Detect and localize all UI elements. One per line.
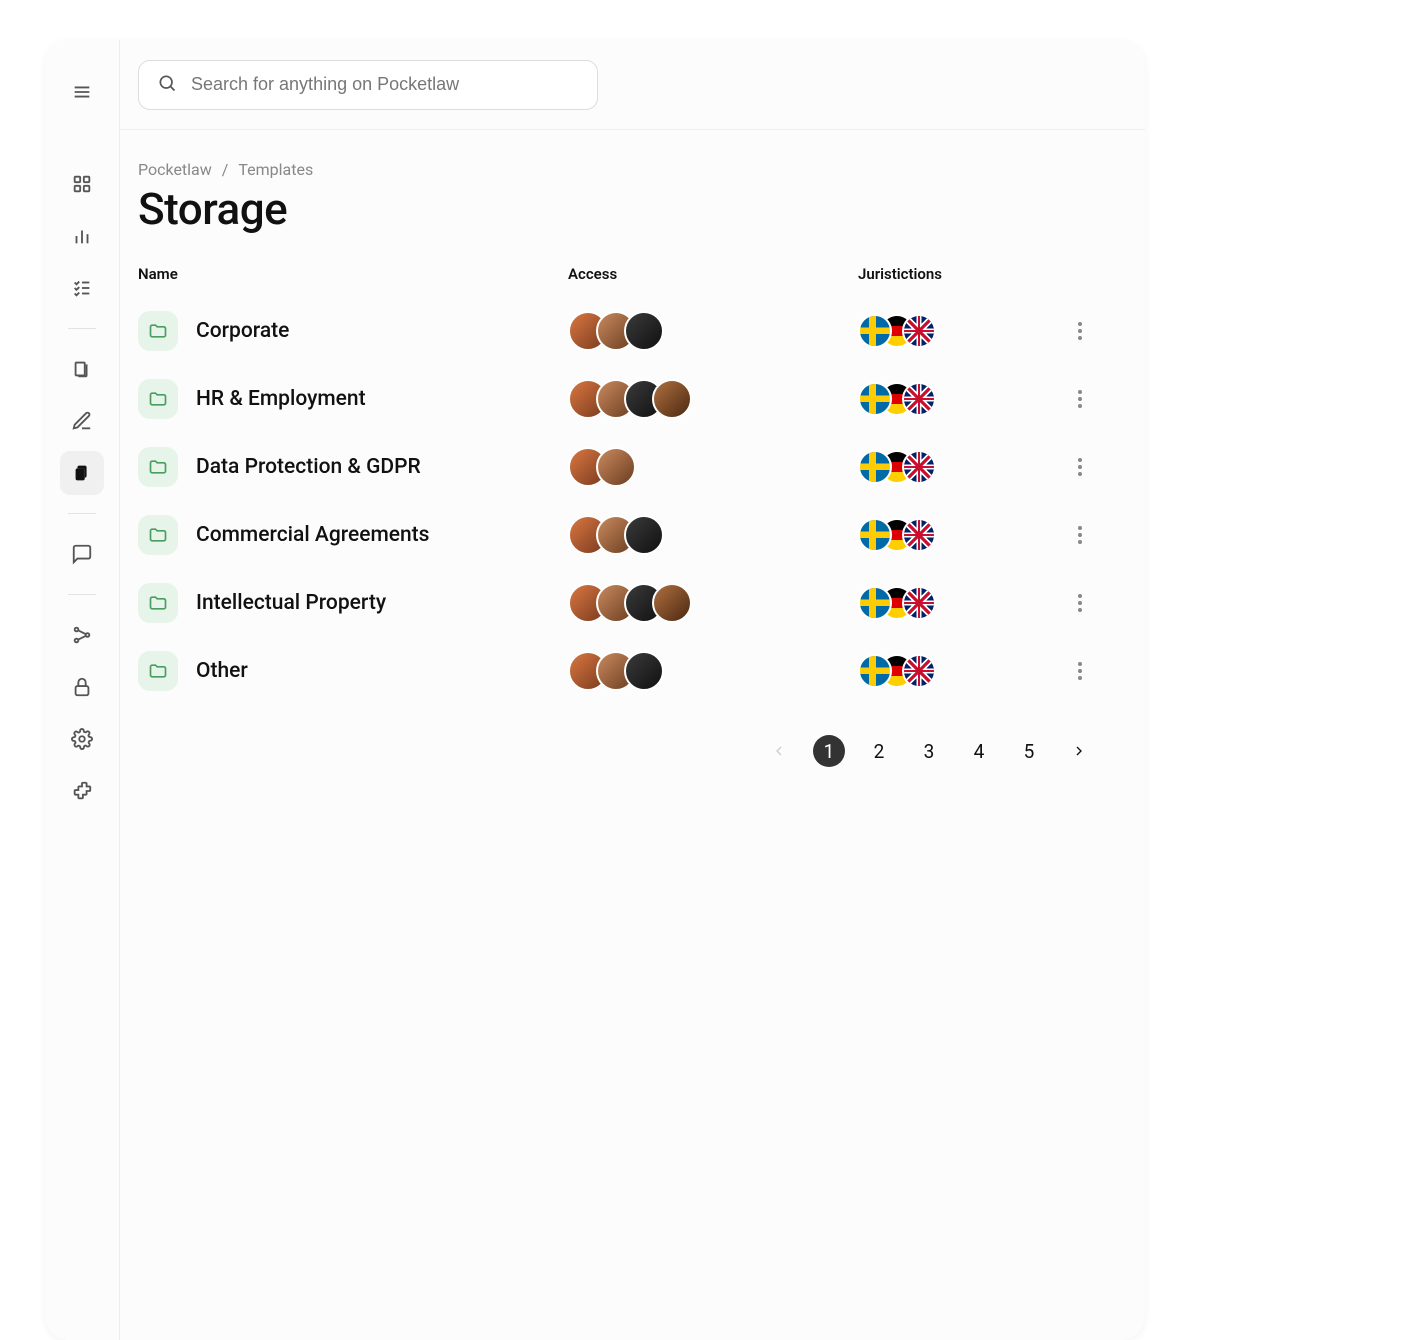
folder-icon bbox=[138, 515, 178, 555]
documents-icon[interactable] bbox=[60, 347, 104, 391]
flag-se bbox=[858, 314, 892, 348]
avatar bbox=[652, 379, 692, 419]
sidebar-divider bbox=[68, 328, 96, 329]
access-avatars bbox=[568, 651, 858, 691]
folder-icon bbox=[138, 583, 178, 623]
folder-name: Corporate bbox=[196, 319, 289, 343]
folder-name: Data Protection & GDPR bbox=[196, 455, 421, 479]
access-avatars bbox=[568, 379, 858, 419]
search-input[interactable] bbox=[191, 74, 579, 95]
flag-se bbox=[858, 518, 892, 552]
jurisdiction-flags bbox=[858, 518, 1055, 552]
row-menu-button[interactable] bbox=[1055, 322, 1105, 340]
topbar bbox=[120, 40, 1145, 130]
jurisdiction-flags bbox=[858, 450, 1055, 484]
breadcrumb-separator: / bbox=[222, 160, 229, 179]
avatar bbox=[624, 515, 664, 555]
flag-uk bbox=[902, 450, 936, 484]
page-title: Storage bbox=[138, 183, 1105, 235]
row-menu-button[interactable] bbox=[1055, 594, 1105, 612]
flag-uk bbox=[902, 654, 936, 688]
jurisdiction-flags bbox=[858, 314, 1055, 348]
folder-name: Commercial Agreements bbox=[196, 523, 429, 547]
row-menu-button[interactable] bbox=[1055, 662, 1105, 680]
table-row[interactable]: Corporate bbox=[138, 297, 1105, 365]
integrations-icon[interactable] bbox=[60, 613, 104, 657]
folder-icon bbox=[138, 311, 178, 351]
pagination-next[interactable] bbox=[1063, 735, 1095, 767]
jurisdiction-flags bbox=[858, 586, 1055, 620]
breadcrumb-item[interactable]: Pocketlaw bbox=[138, 160, 212, 179]
flag-uk bbox=[902, 314, 936, 348]
column-header-access: Access bbox=[568, 265, 858, 283]
pagination-prev bbox=[763, 735, 795, 767]
pagination-page[interactable]: 5 bbox=[1013, 735, 1045, 767]
sidebar-divider bbox=[68, 594, 96, 595]
tasks-icon[interactable] bbox=[60, 266, 104, 310]
table-row[interactable]: Intellectual Property bbox=[138, 569, 1105, 637]
flag-se bbox=[858, 654, 892, 688]
folder-name: Other bbox=[196, 659, 248, 683]
lock-icon[interactable] bbox=[60, 665, 104, 709]
access-avatars bbox=[568, 311, 858, 351]
extension-icon[interactable] bbox=[60, 769, 104, 813]
folder-icon bbox=[138, 651, 178, 691]
avatar bbox=[624, 651, 664, 691]
pagination-page[interactable]: 4 bbox=[963, 735, 995, 767]
flag-se bbox=[858, 586, 892, 620]
avatar bbox=[596, 447, 636, 487]
flag-se bbox=[858, 382, 892, 416]
sidebar-divider bbox=[68, 513, 96, 514]
sidebar bbox=[45, 40, 120, 1340]
comments-icon[interactable] bbox=[60, 532, 104, 576]
row-menu-button[interactable] bbox=[1055, 526, 1105, 544]
edit-icon[interactable] bbox=[60, 399, 104, 443]
table-row[interactable]: Data Protection & GDPR bbox=[138, 433, 1105, 501]
folder-name: HR & Employment bbox=[196, 387, 366, 411]
pagination: 12345 bbox=[138, 735, 1105, 767]
folder-name: Intellectual Property bbox=[196, 591, 386, 615]
search-box[interactable] bbox=[138, 60, 598, 110]
dashboard-icon[interactable] bbox=[60, 162, 104, 206]
breadcrumb: Pocketlaw / Templates bbox=[138, 160, 1105, 179]
flag-uk bbox=[902, 382, 936, 416]
access-avatars bbox=[568, 447, 858, 487]
pagination-page[interactable]: 1 bbox=[813, 735, 845, 767]
table-row[interactable]: Commercial Agreements bbox=[138, 501, 1105, 569]
row-menu-button[interactable] bbox=[1055, 390, 1105, 408]
row-menu-button[interactable] bbox=[1055, 458, 1105, 476]
folder-icon bbox=[138, 379, 178, 419]
flag-uk bbox=[902, 586, 936, 620]
table-row[interactable]: Other bbox=[138, 637, 1105, 705]
breadcrumb-item[interactable]: Templates bbox=[238, 160, 313, 179]
column-header-jurisdictions: Juristictions bbox=[858, 265, 1055, 283]
access-avatars bbox=[568, 515, 858, 555]
settings-icon[interactable] bbox=[60, 717, 104, 761]
menu-toggle-button[interactable] bbox=[60, 70, 104, 114]
analytics-icon[interactable] bbox=[60, 214, 104, 258]
folder-table: Name Access Juristictions Corporate HR & … bbox=[138, 265, 1105, 705]
folder-icon bbox=[138, 447, 178, 487]
column-header-name: Name bbox=[138, 265, 568, 283]
storage-icon[interactable] bbox=[60, 451, 104, 495]
jurisdiction-flags bbox=[858, 654, 1055, 688]
flag-se bbox=[858, 450, 892, 484]
search-icon bbox=[157, 73, 177, 97]
table-row[interactable]: HR & Employment bbox=[138, 365, 1105, 433]
pagination-page[interactable]: 2 bbox=[863, 735, 895, 767]
pagination-page[interactable]: 3 bbox=[913, 735, 945, 767]
avatar bbox=[624, 311, 664, 351]
flag-uk bbox=[902, 518, 936, 552]
access-avatars bbox=[568, 583, 858, 623]
jurisdiction-flags bbox=[858, 382, 1055, 416]
avatar bbox=[652, 583, 692, 623]
